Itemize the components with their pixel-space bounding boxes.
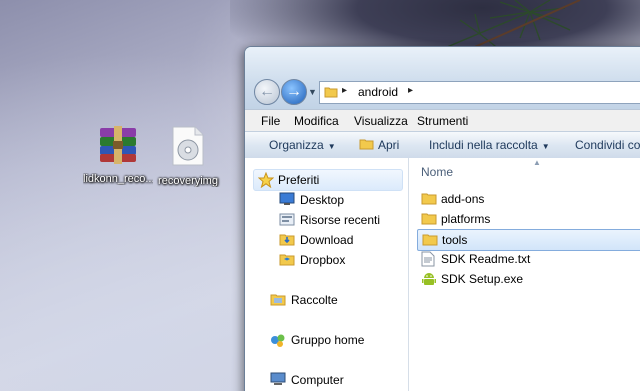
organize-button[interactable]: Organizza ▼	[269, 138, 336, 152]
file-row-tools[interactable]: tools	[417, 229, 640, 251]
window-titlebar: ← → ▼ ▸ android ▸	[245, 47, 640, 109]
homegroup-icon	[270, 332, 286, 351]
menu-file[interactable]: File	[261, 114, 280, 128]
menu-tools[interactable]: Strumenti	[417, 114, 468, 128]
forward-arrow-icon: →	[286, 83, 302, 100]
folder-icon	[421, 211, 437, 228]
libraries-icon	[270, 292, 286, 309]
command-bar: Organizza ▼ Apri Includi nella raccolta ▼ …	[245, 131, 640, 159]
menu-edit[interactable]: Modifica	[294, 114, 339, 128]
file-name: platforms	[441, 212, 491, 226]
breadcrumb-arrow-icon[interactable]: ▸	[408, 85, 413, 96]
menu-view[interactable]: Visualizza	[354, 114, 408, 128]
sort-ascending-icon: ▲	[533, 158, 541, 167]
file-row-platforms[interactable]: platforms	[417, 209, 640, 229]
chevron-down-icon: ▼	[327, 142, 336, 151]
desktop-icon-recoveryimg[interactable]: recoveryimg	[153, 126, 223, 187]
folder-icon	[324, 85, 338, 102]
recent-pages-dropdown-icon[interactable]: ▼	[308, 87, 317, 97]
desktop-icon-archive[interactable]: lidkonn_reco...	[83, 126, 153, 185]
folder-open-icon	[359, 139, 374, 150]
menu-bar: File Modifica Visualizza Strumenti	[245, 109, 640, 132]
nav-item-label: Desktop	[300, 193, 345, 207]
navigation-pane: Preferiti Desktop Risorse recenti Downlo…	[245, 158, 409, 391]
chevron-down-icon: ▼	[541, 142, 550, 151]
disc-image-file-icon	[153, 126, 223, 169]
desktop-icon-label: recoveryimg	[158, 175, 218, 187]
breadcrumb-arrow-icon[interactable]: ▸	[342, 85, 347, 96]
nav-favorites[interactable]: Preferiti	[253, 169, 403, 191]
forward-button[interactable]: →	[281, 79, 307, 105]
breadcrumb-android[interactable]: android	[358, 85, 398, 99]
file-name: tools	[442, 233, 468, 247]
star-icon	[257, 171, 275, 191]
desktop-icon-label: lidkonn_reco...	[83, 173, 153, 185]
file-row-sdk-readme[interactable]: SDK Readme.txt	[417, 249, 640, 269]
dropbox-folder-icon	[279, 252, 295, 269]
back-button[interactable]: ←	[254, 79, 280, 105]
file-name: add-ons	[441, 192, 485, 206]
nav-homegroup-label: Gruppo home	[291, 333, 365, 347]
back-arrow-icon: ←	[259, 83, 275, 100]
share-with-button[interactable]: Condividi con	[575, 138, 640, 152]
nav-item-label: Download	[300, 233, 354, 247]
desktop-monitor-icon	[279, 192, 295, 209]
file-list: ▲ Nome add-ons platforms tools SDK Readm…	[409, 158, 640, 391]
computer-icon	[270, 372, 286, 389]
include-label: Includi nella raccolta	[429, 138, 538, 152]
folder-icon	[421, 191, 437, 208]
file-name: SDK Setup.exe	[441, 272, 524, 286]
file-row-add-ons[interactable]: add-ons	[417, 189, 640, 209]
nav-favorites-label: Preferiti	[278, 173, 320, 187]
nav-computer-label: Computer	[291, 373, 344, 387]
open-label: Apri	[378, 138, 400, 152]
include-in-library-button[interactable]: Includi nella raccolta ▼	[429, 138, 550, 152]
address-bar[interactable]: ▸ android ▸	[319, 81, 640, 104]
text-file-icon	[421, 251, 435, 270]
open-button[interactable]: Apri	[359, 138, 399, 152]
android-exe-icon	[421, 271, 437, 290]
file-name: SDK Readme.txt	[441, 252, 531, 266]
nav-item-label: Dropbox	[300, 253, 346, 267]
explorer-window: ← → ▼ ▸ android ▸ File Modifica Visualiz…	[244, 46, 640, 391]
winrar-archive-icon	[83, 126, 153, 167]
file-row-sdk-setup[interactable]: SDK Setup.exe	[417, 269, 640, 289]
download-folder-icon	[279, 232, 295, 249]
share-label: Condividi con	[575, 138, 640, 152]
nav-item-label: Risorse recenti	[300, 213, 381, 227]
column-header-name[interactable]: Nome	[421, 165, 453, 179]
desktop: lidkonn_reco... recoveryimg ← → ▼ ▸ andr…	[0, 0, 640, 391]
organize-label: Organizza	[269, 138, 324, 152]
folder-icon	[422, 232, 438, 249]
recent-places-icon	[279, 212, 295, 229]
nav-libraries-label: Raccolte	[291, 293, 338, 307]
